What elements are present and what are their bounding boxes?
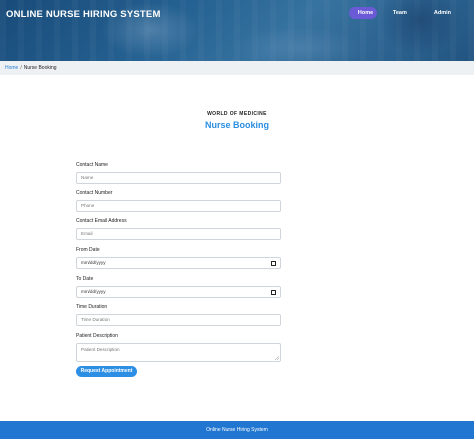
from-date-value: mm/dd/yyyy <box>81 260 106 265</box>
time-duration-label: Time Duration <box>76 304 108 310</box>
nav-team[interactable]: Team <box>384 7 416 19</box>
breadcrumb-current: Nurse Booking <box>23 65 57 71</box>
calendar-icon[interactable] <box>271 261 276 266</box>
to-date-value: mm/dd/yyyy <box>81 289 106 294</box>
section-kicker: WORLD OF MEDICINE <box>207 111 267 117</box>
breadcrumb: Home / Nurse Booking <box>0 61 474 75</box>
request-appointment-button[interactable]: Request Appointment <box>76 366 137 377</box>
footer-text: Online Nurse Hiring System <box>206 427 268 433</box>
site-brand[interactable]: ONLINE NURSE HIRING SYSTEM <box>6 9 161 20</box>
nav-admin[interactable]: Admin <box>425 7 460 19</box>
patient-description-label: Patient Description <box>76 333 118 339</box>
breadcrumb-home-link[interactable]: Home <box>5 65 18 71</box>
patient-description-placeholder: Patient Description <box>81 347 120 352</box>
to-date-label: To Date <box>76 276 94 282</box>
contact-email-label: Contact Email Address <box>76 218 127 224</box>
time-duration-input[interactable]: Time Duration <box>76 314 281 326</box>
breadcrumb-separator: / <box>20 65 22 71</box>
header-banner: ONLINE NURSE HIRING SYSTEM Home Team Adm… <box>0 0 474 61</box>
contact-name-input[interactable]: Name <box>76 172 281 184</box>
page-title: Nurse Booking <box>204 120 269 130</box>
contact-name-label: Contact Name <box>76 162 108 168</box>
main-nav: Home Team Admin <box>348 7 460 19</box>
from-date-label: From Date <box>76 247 100 253</box>
contact-number-input[interactable]: Phone <box>76 200 281 212</box>
from-date-input[interactable]: mm/dd/yyyy <box>76 257 281 269</box>
resize-handle-icon[interactable] <box>275 356 279 360</box>
footer: Online Nurse Hiring System <box>0 421 474 439</box>
patient-description-textarea[interactable]: Patient Description <box>76 343 281 362</box>
nav-home[interactable]: Home <box>348 7 377 19</box>
contact-email-input[interactable]: Email <box>76 228 281 240</box>
contact-number-label: Contact Number <box>76 190 113 196</box>
to-date-input[interactable]: mm/dd/yyyy <box>76 286 281 298</box>
calendar-icon[interactable] <box>271 290 276 295</box>
